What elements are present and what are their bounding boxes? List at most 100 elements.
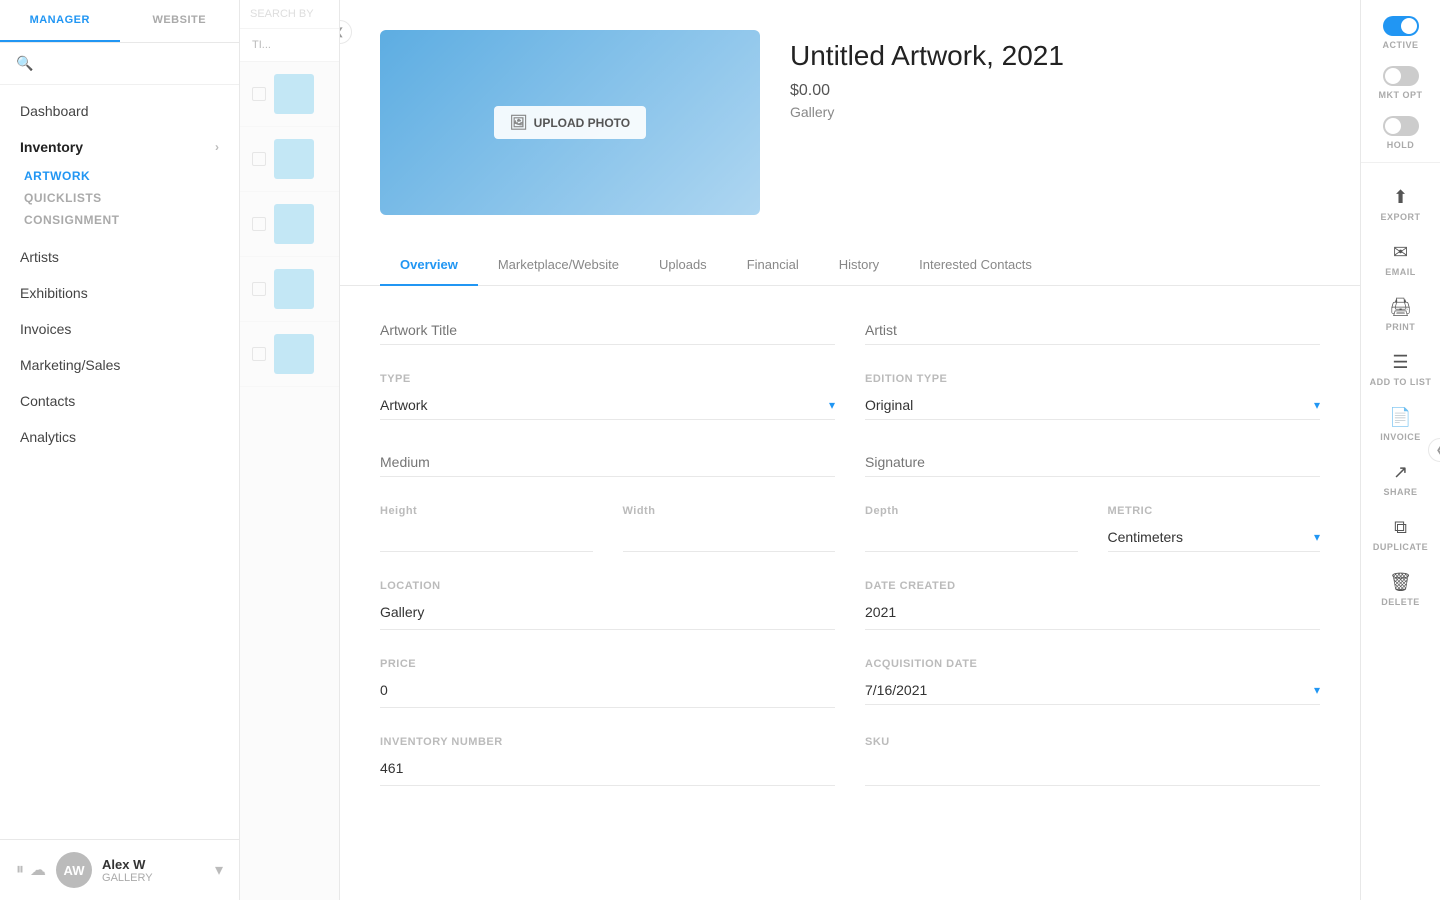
mkt-opt-toggle[interactable] xyxy=(1383,66,1419,86)
sku-label: SKU xyxy=(865,736,1320,748)
active-toggle[interactable] xyxy=(1383,16,1419,36)
list-item-checkbox[interactable] xyxy=(252,347,266,361)
print-button[interactable]: 🖨 PRINT xyxy=(1361,289,1440,340)
sidebar-item-invoices[interactable]: Invoices xyxy=(0,311,239,347)
tab-financial[interactable]: Financial xyxy=(727,245,819,286)
artwork-info: Untitled Artwork, 2021 $0.00 Gallery xyxy=(790,30,1320,120)
artist-input[interactable] xyxy=(865,316,1320,345)
height-field: Height xyxy=(380,505,593,552)
height-input[interactable] xyxy=(380,523,593,552)
list-item-thumbnail xyxy=(274,204,314,244)
tab-history[interactable]: History xyxy=(819,245,899,286)
width-label: Width xyxy=(623,505,836,517)
sidebar-item-inventory[interactable]: Inventory › xyxy=(0,129,239,165)
mkt-opt-label: MKT OPT xyxy=(1379,90,1423,100)
metric-select[interactable]: Centimeters Inches xyxy=(1108,523,1321,551)
list-item-checkbox[interactable] xyxy=(252,87,266,101)
sidebar-nav: Dashboard Inventory › ARTWORK QUICKLISTS… xyxy=(0,85,239,839)
list-item[interactable] xyxy=(240,257,339,322)
search-icon: 🔍 xyxy=(16,55,33,72)
pause-icon[interactable]: ⏸ xyxy=(16,861,24,879)
add-to-list-button[interactable]: ☰ ADD TO LIST xyxy=(1361,344,1440,395)
medium-input[interactable] xyxy=(380,448,835,477)
price-field: PRICE 0 xyxy=(380,658,835,708)
sidebar-search: 🔍 xyxy=(0,43,239,85)
upload-photo-button[interactable]: 🖼 UPLOAD PHOTO xyxy=(494,106,646,139)
list-item-checkbox[interactable] xyxy=(252,217,266,231)
image-icon: 🖼 xyxy=(510,114,528,131)
invoice-icon: 📄 xyxy=(1389,407,1411,428)
sidebar-item-consignment[interactable]: CONSIGNMENT xyxy=(24,209,219,231)
toggle-knob xyxy=(1401,18,1417,34)
sidebar-item-quicklists[interactable]: QUICKLISTS xyxy=(24,187,219,209)
metric-select-wrapper: Centimeters Inches ▾ xyxy=(1108,523,1321,552)
export-button[interactable]: ⬆ EXPORT xyxy=(1361,179,1440,230)
sidebar-item-analytics[interactable]: Analytics xyxy=(0,419,239,455)
list-items xyxy=(240,62,339,387)
sidebar-item-contacts[interactable]: Contacts xyxy=(0,383,239,419)
tab-website[interactable]: WEBSITE xyxy=(120,0,240,42)
user-gallery: GALLERY xyxy=(102,872,205,884)
tab-overview[interactable]: Overview xyxy=(380,245,478,286)
list-item-thumbnail xyxy=(274,269,314,309)
footer-chevron-icon[interactable]: ▾ xyxy=(215,860,223,880)
list-item[interactable] xyxy=(240,62,339,127)
artwork-title: Untitled Artwork, 2021 xyxy=(790,40,1320,72)
list-item-checkbox[interactable] xyxy=(252,282,266,296)
artwork-title-input[interactable] xyxy=(380,316,835,345)
sidebar-item-artwork[interactable]: ARTWORK xyxy=(24,165,219,187)
mkt-opt-toggle-row: MKT OPT xyxy=(1361,66,1440,100)
date-created-label: DATE CREATED xyxy=(865,580,1320,592)
metric-field: METRIC Centimeters Inches ▾ xyxy=(1108,505,1321,552)
form-row-medium-signature xyxy=(380,448,1320,477)
tab-marketplace[interactable]: Marketplace/Website xyxy=(478,245,639,286)
sidebar-item-dashboard[interactable]: Dashboard xyxy=(0,93,239,129)
search-by-label: SEARCH BY xyxy=(250,8,314,20)
email-icon: ✉ xyxy=(1393,242,1408,263)
invoice-button[interactable]: 📄 INVOICE xyxy=(1361,399,1440,450)
artist-field xyxy=(865,316,1320,345)
location-value: Gallery xyxy=(380,598,835,630)
duplicate-button[interactable]: ⧉ DUPLICATE xyxy=(1361,509,1440,560)
inventory-number-field: INVENTORY NUMBER 461 xyxy=(380,736,835,786)
list-item[interactable] xyxy=(240,192,339,257)
type-select[interactable]: Artwork xyxy=(380,391,835,419)
location-field: LOCATION Gallery xyxy=(380,580,835,630)
email-button[interactable]: ✉ EMAIL xyxy=(1361,234,1440,285)
delete-button[interactable]: 🗑 DELETE xyxy=(1361,564,1440,615)
hold-toggle[interactable] xyxy=(1383,116,1419,136)
tab-manager[interactable]: MANAGER xyxy=(0,0,120,42)
cloud-icon[interactable]: ☁ xyxy=(30,860,46,880)
list-item[interactable] xyxy=(240,127,339,192)
list-search-input[interactable] xyxy=(252,39,327,51)
acquisition-date-value[interactable]: 7/16/2021 xyxy=(865,676,1320,704)
date-created-value: 2021 xyxy=(865,598,1320,630)
acquisition-date-label: ACQUISITION DATE xyxy=(865,658,1320,670)
avatar: AW xyxy=(56,852,92,888)
tab-interested-contacts[interactable]: Interested Contacts xyxy=(899,245,1052,286)
sidebar-item-exhibitions[interactable]: Exhibitions xyxy=(0,275,239,311)
list-item-checkbox[interactable] xyxy=(252,152,266,166)
type-label: TYPE xyxy=(380,373,835,385)
sidebar: MANAGER WEBSITE ❮ 🔍 Dashboard Inventory … xyxy=(0,0,240,900)
width-input[interactable] xyxy=(623,523,836,552)
inventory-number-value: 461 xyxy=(380,754,835,786)
depth-label: Depth xyxy=(865,505,1078,517)
share-icon: ↗ xyxy=(1393,462,1408,483)
list-item[interactable] xyxy=(240,322,339,387)
sidebar-item-artists[interactable]: Artists xyxy=(0,239,239,275)
location-label: LOCATION xyxy=(380,580,835,592)
tab-uploads[interactable]: Uploads xyxy=(639,245,727,286)
sidebar-sub-nav: ARTWORK QUICKLISTS CONSIGNMENT xyxy=(0,165,239,239)
sidebar-item-marketing[interactable]: Marketing/Sales xyxy=(0,347,239,383)
share-button[interactable]: ↗ SHARE xyxy=(1361,454,1440,505)
metric-label: METRIC xyxy=(1108,505,1321,517)
toggle-knob xyxy=(1385,68,1401,84)
hold-label: HOLD xyxy=(1387,140,1415,150)
sidebar-top-tabs: MANAGER WEBSITE ❮ xyxy=(0,0,239,43)
active-toggle-row: ACTIVE xyxy=(1361,16,1440,50)
edition-type-select[interactable]: Original xyxy=(865,391,1320,419)
sidebar-footer: ⏸ ☁ AW Alex W GALLERY ▾ xyxy=(0,839,239,900)
depth-input[interactable] xyxy=(865,523,1078,552)
signature-input[interactable] xyxy=(865,448,1320,477)
